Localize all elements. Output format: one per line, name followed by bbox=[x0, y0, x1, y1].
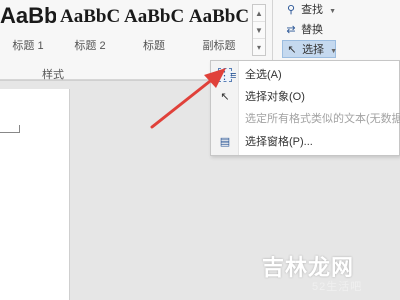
menu-item-select-all[interactable]: ⋮≡ 全选(A) bbox=[211, 64, 400, 86]
cursor-icon: ↖ bbox=[287, 44, 297, 56]
style-heading-1[interactable]: AaBb 标题 1 bbox=[0, 0, 56, 58]
more-styles-icon[interactable]: ▾ bbox=[253, 39, 265, 56]
margin-corner-mark bbox=[0, 125, 20, 133]
find-label: 查找 bbox=[301, 4, 324, 16]
menu-item-select-objects[interactable]: ↖ 选择对象(O) bbox=[211, 86, 400, 108]
style-preview: AaBb bbox=[0, 3, 56, 28]
menu-item-selection-pane[interactable]: ▤ 选择窗格(P)... bbox=[211, 131, 400, 153]
menu-item-label: 全选(A) bbox=[245, 69, 282, 81]
style-preview: AaBbC bbox=[124, 6, 184, 27]
menu-item-select-similar-formatting: 选定所有格式类似的文本(无数据) bbox=[211, 108, 400, 130]
style-label: 标题 1 bbox=[12, 40, 44, 52]
search-icon: ⚲ bbox=[286, 4, 296, 16]
style-heading-2[interactable]: AaBbC 标题 2 bbox=[60, 0, 120, 58]
scroll-up-icon[interactable]: ▲ bbox=[253, 5, 265, 22]
replace-button[interactable]: ⇄ 替换 bbox=[282, 21, 323, 39]
style-subtitle[interactable]: AaBbC 副标题 bbox=[188, 0, 250, 58]
replace-label: 替换 bbox=[301, 24, 324, 36]
find-button[interactable]: ⚲ 查找 ▼ bbox=[282, 1, 336, 19]
style-preview: AaBbC bbox=[188, 6, 250, 27]
style-title[interactable]: AaBbC 标题 bbox=[124, 0, 184, 58]
styles-gallery: AaBb 标题 1 AaBbC 标题 2 AaBbC 标题 AaBbC 副标题 bbox=[0, 0, 260, 58]
select-button[interactable]: ↖ 选择 ▼ bbox=[282, 40, 338, 58]
style-label: 副标题 bbox=[202, 40, 236, 52]
style-label: 标题 2 bbox=[74, 40, 106, 52]
watermark-sub: 52生活吧 bbox=[312, 281, 363, 293]
menu-item-label: 选择对象(O) bbox=[245, 91, 305, 103]
replace-icon: ⇄ bbox=[286, 24, 296, 36]
document-page[interactable] bbox=[0, 89, 70, 300]
menu-item-label: 选择窗格(P)... bbox=[245, 136, 313, 148]
select-all-icon: ⋮≡ bbox=[218, 68, 237, 82]
style-label: 标题 bbox=[143, 40, 165, 52]
style-preview: AaBbC bbox=[60, 6, 120, 27]
chevron-down-icon: ▼ bbox=[329, 8, 337, 15]
select-objects-icon: ↖ bbox=[220, 91, 230, 103]
select-label: 选择 bbox=[302, 44, 325, 56]
styles-scroll[interactable]: ▲ ▼ ▾ bbox=[252, 4, 266, 56]
selection-pane-icon: ▤ bbox=[219, 136, 231, 148]
menu-item-label: 选定所有格式类似的文本(无数据) bbox=[245, 113, 400, 125]
select-dropdown-menu: ⋮≡ 全选(A) ↖ 选择对象(O) 选定所有格式类似的文本(无数据) ▤ 选择… bbox=[210, 60, 400, 156]
chevron-down-icon: ▼ bbox=[330, 48, 338, 55]
scroll-down-icon[interactable]: ▼ bbox=[253, 22, 265, 39]
